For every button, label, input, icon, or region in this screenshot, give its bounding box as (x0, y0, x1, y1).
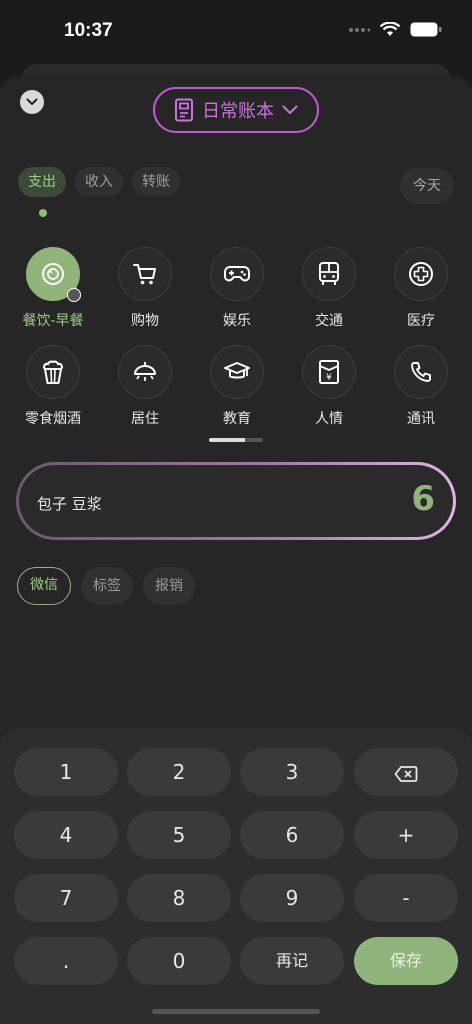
category-label: 居住 (131, 411, 159, 427)
wifi-icon (380, 22, 400, 36)
chevron-down-icon (26, 98, 38, 105)
tab-expense[interactable]: 支出 (18, 167, 66, 197)
key-9[interactable]: 9 (240, 874, 344, 922)
category-label: 教育 (223, 411, 251, 427)
tab-transfer[interactable]: 转账 (132, 167, 180, 197)
date-button[interactable]: 今天 (400, 168, 454, 204)
category-label: 交通 (315, 313, 343, 329)
category-transport-circle (302, 247, 356, 301)
key-7[interactable]: 7 (14, 874, 118, 922)
key-1[interactable]: 1 (14, 748, 118, 796)
category-entertainment[interactable]: 娱乐 (191, 247, 283, 330)
status-icons (348, 22, 442, 37)
category-medical-circle (394, 247, 448, 301)
battery-icon (410, 22, 442, 37)
minus-key[interactable]: - (354, 874, 458, 922)
category-label: 购物 (131, 313, 159, 329)
category-education-circle (210, 345, 264, 399)
amount-entry-box[interactable]: 包子 豆浆 6 (16, 462, 456, 540)
backspace-key[interactable] (354, 748, 458, 796)
ledger-name: 日常账本 (202, 101, 274, 122)
numeric-keypad: 1 2 3 4 5 6 + 7 8 9 - . 0 再记 保存 (0, 728, 472, 1024)
key-3[interactable]: 3 (240, 748, 344, 796)
category-food[interactable]: 餐饮-早餐 (7, 247, 99, 330)
backspace-icon (394, 765, 418, 782)
subcategory-badge (67, 288, 81, 302)
red-envelope-icon: ¥ (319, 360, 339, 384)
chevron-down-icon (282, 105, 298, 114)
category-housing-circle (118, 345, 172, 399)
cart-icon (133, 264, 156, 285)
category-communication[interactable]: 通讯 (375, 345, 467, 428)
category-label: 零食烟酒 (25, 411, 81, 427)
ceiling-lamp-icon (134, 362, 156, 381)
home-indicator (152, 1009, 320, 1014)
note-field[interactable]: 包子 豆浆 (37, 493, 102, 514)
category-gifts-circle: ¥ (302, 345, 356, 399)
popcorn-icon (43, 360, 63, 384)
amount-value: 6 (411, 479, 435, 519)
status-time: 10:37 (64, 20, 113, 41)
category-snacks[interactable]: 零食烟酒 (7, 345, 99, 428)
category-food-circle (26, 247, 81, 302)
category-shopping[interactable]: 购物 (99, 247, 191, 330)
gamepad-icon (224, 266, 250, 282)
category-label: 人情 (315, 411, 343, 427)
collapse-button[interactable] (20, 90, 44, 114)
ledger-book-icon (175, 98, 193, 122)
key-6[interactable]: 6 (240, 811, 344, 859)
category-transport[interactable]: 交通 (283, 247, 375, 330)
amount-entry-inner: 包子 豆浆 6 (19, 465, 453, 537)
category-label: 娱乐 (223, 313, 251, 329)
transaction-type-tabs: 支出 收入 转账 (18, 167, 180, 197)
signal-icon (349, 27, 370, 32)
account-chip-wechat[interactable]: 微信 (17, 567, 71, 605)
category-communication-circle (394, 345, 448, 399)
key-4[interactable]: 4 (14, 811, 118, 859)
category-housing[interactable]: 居住 (99, 345, 191, 428)
ledger-selector[interactable]: 日常账本 (153, 87, 319, 133)
reimburse-chip[interactable]: 报销 (143, 567, 195, 605)
phone-icon (411, 362, 431, 382)
save-button[interactable]: 保存 (354, 937, 458, 985)
category-entertainment-circle (210, 247, 264, 301)
bus-icon (319, 262, 339, 285)
tag-chip[interactable]: 标签 (81, 567, 133, 605)
active-tab-indicator (39, 209, 47, 217)
key-5[interactable]: 5 (127, 811, 231, 859)
category-page-indicator (209, 438, 263, 442)
category-snacks-circle (26, 345, 80, 399)
category-label: 医疗 (407, 313, 435, 329)
save-and-new-button[interactable]: 再记 (240, 937, 344, 985)
status-bar: 10:37 (0, 0, 472, 64)
key-2[interactable]: 2 (127, 748, 231, 796)
key-0[interactable]: 0 (127, 937, 231, 985)
category-shopping-circle (118, 247, 172, 301)
category-education[interactable]: 教育 (191, 345, 283, 428)
key-8[interactable]: 8 (127, 874, 231, 922)
category-gifts[interactable]: ¥ 人情 (283, 345, 375, 428)
attribute-chips: 微信 标签 报销 (17, 567, 195, 605)
svg-text:¥: ¥ (326, 373, 332, 383)
decimal-key[interactable]: . (14, 937, 118, 985)
plus-key[interactable]: + (354, 811, 458, 859)
graduation-cap-icon (224, 362, 250, 379)
food-icon (42, 263, 64, 285)
category-medical[interactable]: 医疗 (375, 247, 467, 330)
category-page-indicator-fill (209, 438, 245, 442)
category-label: 通讯 (407, 411, 435, 427)
tab-income[interactable]: 收入 (75, 167, 123, 197)
medical-cross-icon (409, 262, 433, 286)
category-label: 餐饮-早餐 (22, 313, 84, 329)
